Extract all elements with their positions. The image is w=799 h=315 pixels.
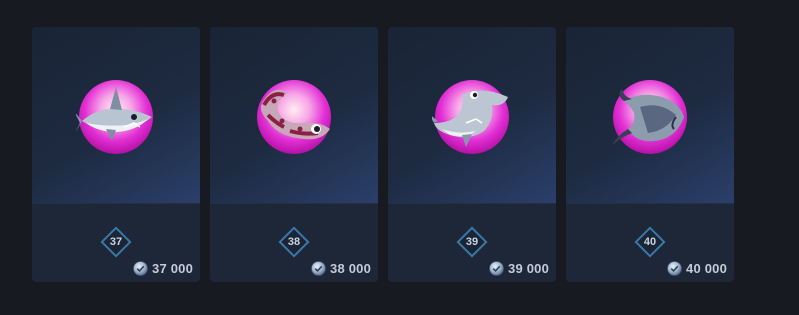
xp-coin-icon [311,260,326,276]
level-badge: 40 [634,226,666,258]
hammerhead-emblem-icon [432,80,509,154]
xp-reward: 39 000 [489,259,549,277]
xp-amount: 40 000 [686,260,727,276]
level-badge: 39 [456,226,488,258]
manta-ray-emblem-icon [612,80,687,154]
xp-reward: 38 000 [311,259,371,277]
badge-cards-row: 37 37 000 38 38 000 39 39 000 40 40 000 [32,27,734,282]
card-divider [566,203,734,204]
level-badge: 38 [278,226,310,258]
xp-coin-icon [667,260,682,276]
level-number: 39 [465,236,479,248]
eel-emblem-icon [257,80,331,154]
shark-emblem-icon [76,80,153,154]
level-badge: 37 [100,226,132,258]
card-divider [388,203,556,204]
badge-card-level-40[interactable]: 40 40 000 [566,27,734,282]
xp-coin-icon [489,260,504,276]
card-divider [32,203,200,204]
badge-card-level-37[interactable]: 37 37 000 [32,27,200,282]
xp-reward: 37 000 [133,259,193,277]
xp-amount: 39 000 [508,260,549,276]
level-number: 38 [287,236,301,248]
level-number: 37 [109,236,123,248]
card-divider [210,203,378,204]
badge-card-level-39[interactable]: 39 39 000 [388,27,556,282]
badge-card-level-38[interactable]: 38 38 000 [210,27,378,282]
xp-amount: 38 000 [330,260,371,276]
xp-reward: 40 000 [667,259,727,277]
xp-amount: 37 000 [152,260,193,276]
xp-coin-icon [133,260,148,276]
level-number: 40 [643,236,657,248]
